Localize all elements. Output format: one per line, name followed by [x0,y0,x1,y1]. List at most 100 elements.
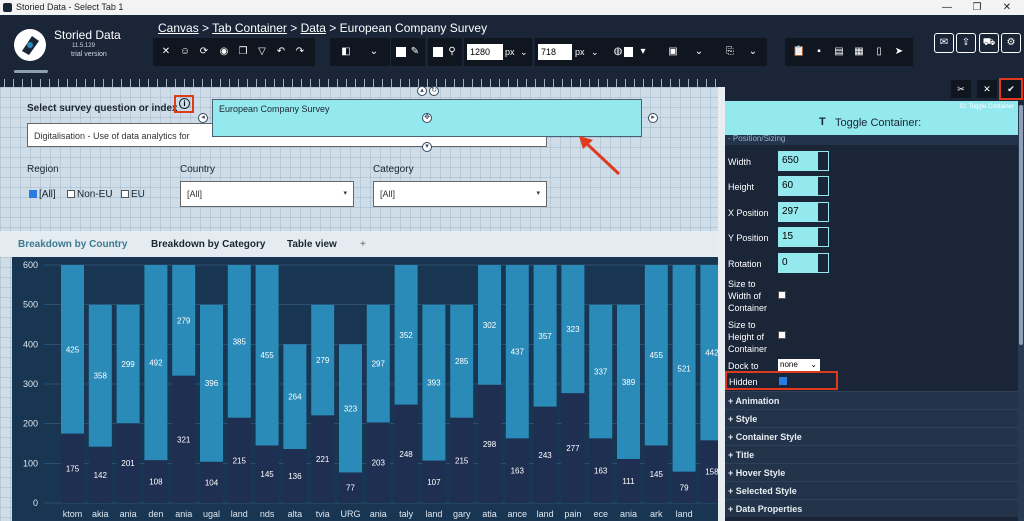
filter-icon[interactable]: ▽ [252,38,272,66]
toggle-container-selected[interactable]: European Company Survey ✥ ◂ ▸ ▾ ▴ ↻ [198,86,658,152]
close-button[interactable]: ✕ [992,0,1022,15]
pin-icon[interactable]: ✂ [951,80,971,98]
image-icon[interactable]: ▣ [663,38,683,66]
section-style[interactable]: + Style [725,409,1018,427]
section-hover-style[interactable]: + Hover Style [725,463,1018,481]
ruler-tick [175,79,176,87]
title-bar: Storied Data - Select Tab 1 — ❐ ✕ [0,0,1024,15]
document-icon[interactable]: ▤ [829,38,849,66]
rotate-handle-icon[interactable]: ↻ [429,86,439,96]
tab-table-view[interactable]: Table view [287,239,337,250]
theme-swatch[interactable] [624,47,633,57]
mail-icon[interactable]: ✉ [934,33,954,53]
file-icon[interactable]: ▯ [869,38,889,66]
chevron-down-icon[interactable]: ⌄ [743,38,763,66]
undo-icon[interactable]: ↶ [271,38,291,66]
eye-icon[interactable]: ◉ [214,38,234,66]
panel-scrollbar[interactable] [1018,105,1024,521]
fill-icon[interactable]: ◧ [336,38,356,66]
hidden-checkbox[interactable] [779,377,787,385]
section-data-properties[interactable]: + Data Properties [725,499,1018,517]
region-noneu-checkbox[interactable]: Non-EU [67,189,113,200]
canvas-width-input[interactable]: 1280 [467,44,503,60]
redo-icon[interactable]: ↷ [290,38,310,66]
resize-right-handle[interactable]: ▸ [648,113,658,123]
zoom-icon[interactable]: ⚲ [442,38,462,66]
chevron-down-icon[interactable]: ⌄ [364,38,384,66]
info-icon[interactable]: i [179,98,190,109]
width-stepper[interactable] [817,151,829,171]
ruler-tick [382,79,383,87]
x-tick-label: pain [564,509,581,519]
size-to-width-checkbox[interactable] [778,291,786,299]
breadcrumb-data[interactable]: Data [301,21,326,35]
size-height-label-1: Size to [728,320,756,330]
chevron-down-icon[interactable]: ⌄ [689,38,709,66]
settings-icon[interactable]: ⚙ [1001,33,1021,53]
chevron-down-icon[interactable]: ⌄ [520,38,528,66]
height-stepper[interactable] [817,176,829,196]
minimize-button[interactable]: — [932,0,962,15]
cart-icon[interactable]: ⛟ [979,33,999,53]
dock-select[interactable]: none ⌄ [778,359,820,371]
size-to-height-checkbox[interactable] [778,331,786,339]
data-label: 285 [455,357,469,366]
section-container-style[interactable]: + Container Style [725,427,1018,445]
tab-breakdown-category[interactable]: Breakdown by Category [151,239,265,250]
grid-icon[interactable]: ▦ [849,38,869,66]
data-label: 175 [66,464,80,473]
chevron-down-icon[interactable]: ⌄ [591,38,599,66]
maximize-button[interactable]: ❐ [962,0,992,15]
y-tick-label: 600 [23,260,38,270]
country-select[interactable]: [All] ▾ [180,181,354,207]
zoom-slider[interactable] [14,70,48,73]
move-handle-icon[interactable]: ✥ [422,113,432,123]
resize-bottom-handle[interactable]: ▾ [422,142,432,152]
section-title[interactable]: + Title [725,445,1018,463]
height-input[interactable]: 60 [778,176,818,196]
category-select[interactable]: [All] ▾ [373,181,547,207]
width-input[interactable]: 650 [778,151,818,171]
image-toolbar: ▣ ⌄ [657,38,717,66]
app-edition: trial version [71,51,107,58]
save-icon[interactable]: ▪ [809,38,829,66]
x-tick-label: URG [341,509,361,519]
resize-top-handle[interactable]: ▴ [417,86,427,96]
clipboard-icon[interactable]: 📋 [789,38,809,66]
section-animation[interactable]: + Animation [725,391,1018,409]
section-position-sizing[interactable]: - Position/Sizing [725,135,1018,145]
breadcrumb-tab-container[interactable]: Tab Container [212,21,287,35]
ruler-tick [49,79,50,87]
scroll-thumb[interactable] [1019,105,1023,345]
breadcrumb-canvas[interactable]: Canvas [158,21,199,35]
vertical-scrollbar[interactable] [718,87,725,521]
stacked-bar-chart: 0 100 200 300 400 500 600 175 425 ktom 142 358 akia 2… [12,257,724,521]
copy-icon[interactable]: ❐ [233,38,253,66]
breadcrumb-sep: > [329,21,337,35]
share-icon[interactable]: ⇪ [956,33,976,53]
tab-breakdown-country[interactable]: Breakdown by Country [18,239,127,250]
region-eu-checkbox[interactable]: EU [121,189,145,200]
apply-check-button[interactable]: ✔ [999,78,1023,100]
y-tick-label: 500 [23,300,38,310]
y-position-input[interactable]: 15 [778,227,818,247]
x-position-input[interactable]: 297 [778,202,818,222]
rotation-stepper[interactable] [817,253,829,273]
y-position-stepper[interactable] [817,227,829,247]
section-selected-style[interactable]: + Selected Style [725,481,1018,499]
rotation-input[interactable]: 0 [778,253,818,273]
delete-icon[interactable]: ✕ [156,38,176,66]
pen-icon[interactable]: ✎ [405,38,425,66]
refresh-icon[interactable]: ⟳ [194,38,214,66]
smiley-icon[interactable]: ☺ [175,38,195,66]
export-icon[interactable]: ⎘ [720,38,740,66]
resize-left-handle[interactable]: ◂ [198,113,208,123]
panel-close-button[interactable]: ✕ [977,80,997,98]
add-tab-button[interactable]: + [360,239,366,250]
window-title: Storied Data - Select Tab 1 [16,2,124,12]
x-position-stepper[interactable] [817,202,829,222]
canvas-height-input[interactable]: 718 [538,44,572,60]
runner-icon[interactable]: ➤ [889,38,909,66]
chevron-down-icon[interactable]: ▾ [633,38,653,66]
region-all-checkbox[interactable]: [All] [29,189,56,200]
